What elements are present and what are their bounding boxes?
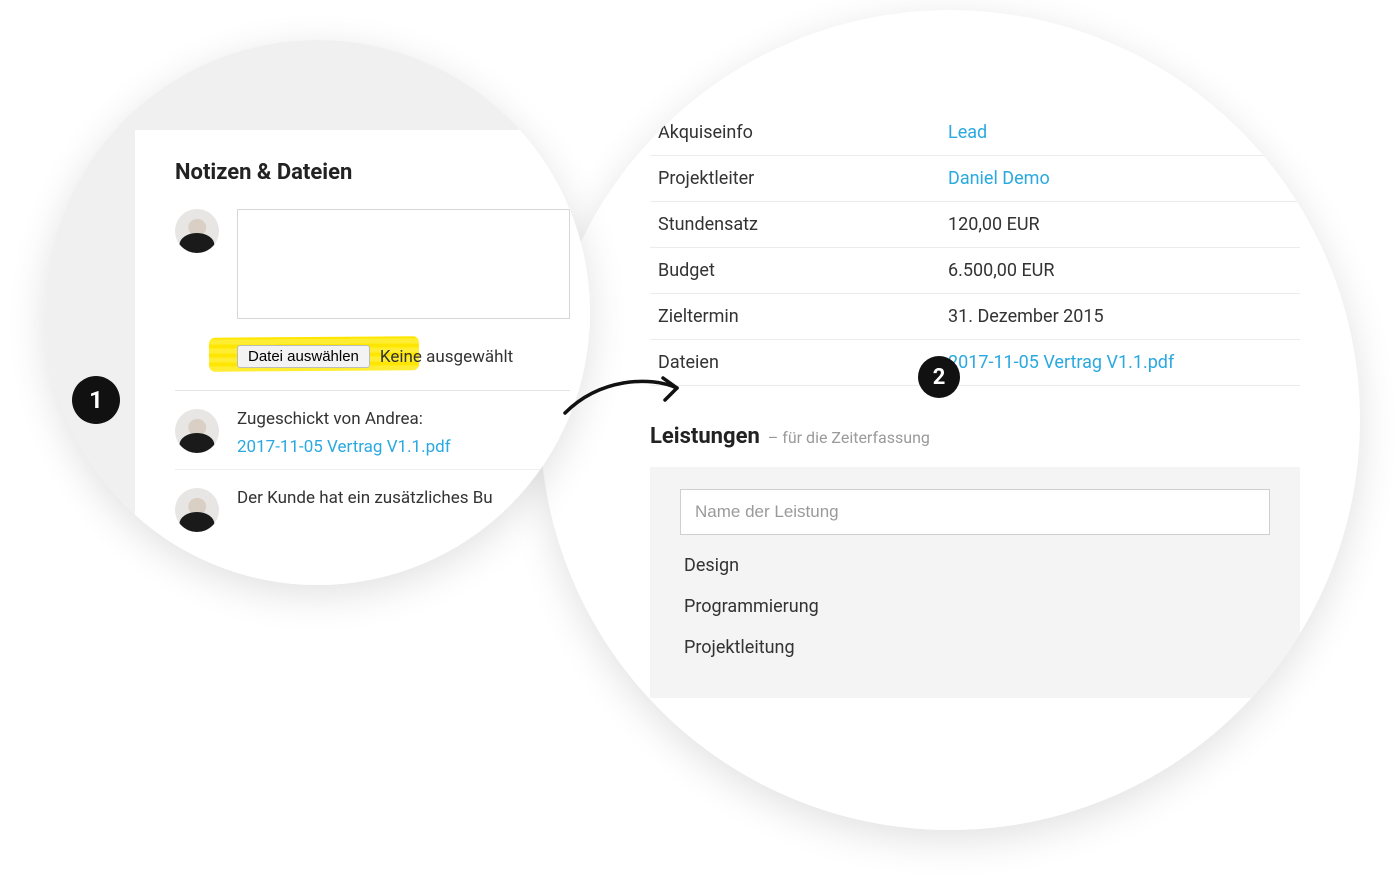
info-link[interactable]: Lead (948, 122, 987, 143)
info-label: Zieltermin (650, 294, 940, 340)
table-row: Akquiseinfo Lead (650, 110, 1300, 156)
service-item[interactable]: Projektleitung (680, 617, 1270, 658)
project-info-table: Akquiseinfo Lead Projektleiter Daniel Demo S… (650, 110, 1300, 386)
info-value: 31. Dezember 2015 (940, 294, 1300, 340)
info-value: 120,00 EUR (940, 202, 1300, 248)
notes-zoom-circle: Notizen & Dateien Datei auswählen Keine … (45, 40, 590, 585)
info-value: Daniel Demo (940, 156, 1300, 202)
table-row: Dateien2017-11-05 Vertrag V1.1.pdf (650, 340, 1300, 386)
services-subtitle: – für die Zeiterfassung (768, 428, 930, 447)
info-label: Projektleiter (650, 156, 940, 202)
step-badge-2: 2 (918, 356, 960, 398)
note-text: Der Kunde hat ein zusätzliches Bu (237, 488, 570, 508)
services-panel: DesignProgrammierungProjektleitung (650, 467, 1300, 698)
note-row: Zugeschickt von Andrea: 2017-11-05 Vertra… (175, 391, 570, 469)
file-status-text: Keine ausgewählt (380, 347, 513, 367)
avatar (175, 488, 219, 532)
info-label: Stundensatz (650, 202, 940, 248)
attachment-link[interactable]: 2017-11-05 Vertrag V1.1.pdf (237, 437, 451, 457)
arrow-icon (555, 358, 695, 438)
service-item[interactable]: Programmierung (680, 576, 1270, 617)
table-row: Zieltermin31. Dezember 2015 (650, 294, 1300, 340)
info-value: 2017-11-05 Vertrag V1.1.pdf (940, 340, 1300, 386)
note-text: Zugeschickt von Andrea: (237, 409, 570, 429)
table-row: Budget6.500,00 EUR (650, 248, 1300, 294)
info-label: Akquiseinfo (650, 110, 940, 156)
service-name-input[interactable] (680, 489, 1270, 535)
table-row: Projektleiter Daniel Demo (650, 156, 1300, 202)
notes-heading: Notizen & Dateien (175, 160, 570, 185)
service-item[interactable]: Design (680, 535, 1270, 576)
note-row: Der Kunde hat ein zusätzliches Bu (175, 469, 570, 544)
step-badge-1: 1 (72, 376, 120, 424)
info-label: Budget (650, 248, 940, 294)
avatar (175, 209, 219, 253)
info-value: 6.500,00 EUR (940, 248, 1300, 294)
info-value: Lead (940, 110, 1300, 156)
note-textarea[interactable] (237, 209, 570, 319)
info-link[interactable]: Daniel Demo (948, 168, 1050, 189)
avatar (175, 409, 219, 453)
services-heading: Leistungen – für die Zeiterfassung (650, 424, 1300, 449)
choose-file-button[interactable]: Datei auswählen (237, 345, 370, 368)
table-row: Stundensatz120,00 EUR (650, 202, 1300, 248)
info-link[interactable]: 2017-11-05 Vertrag V1.1.pdf (948, 352, 1174, 373)
